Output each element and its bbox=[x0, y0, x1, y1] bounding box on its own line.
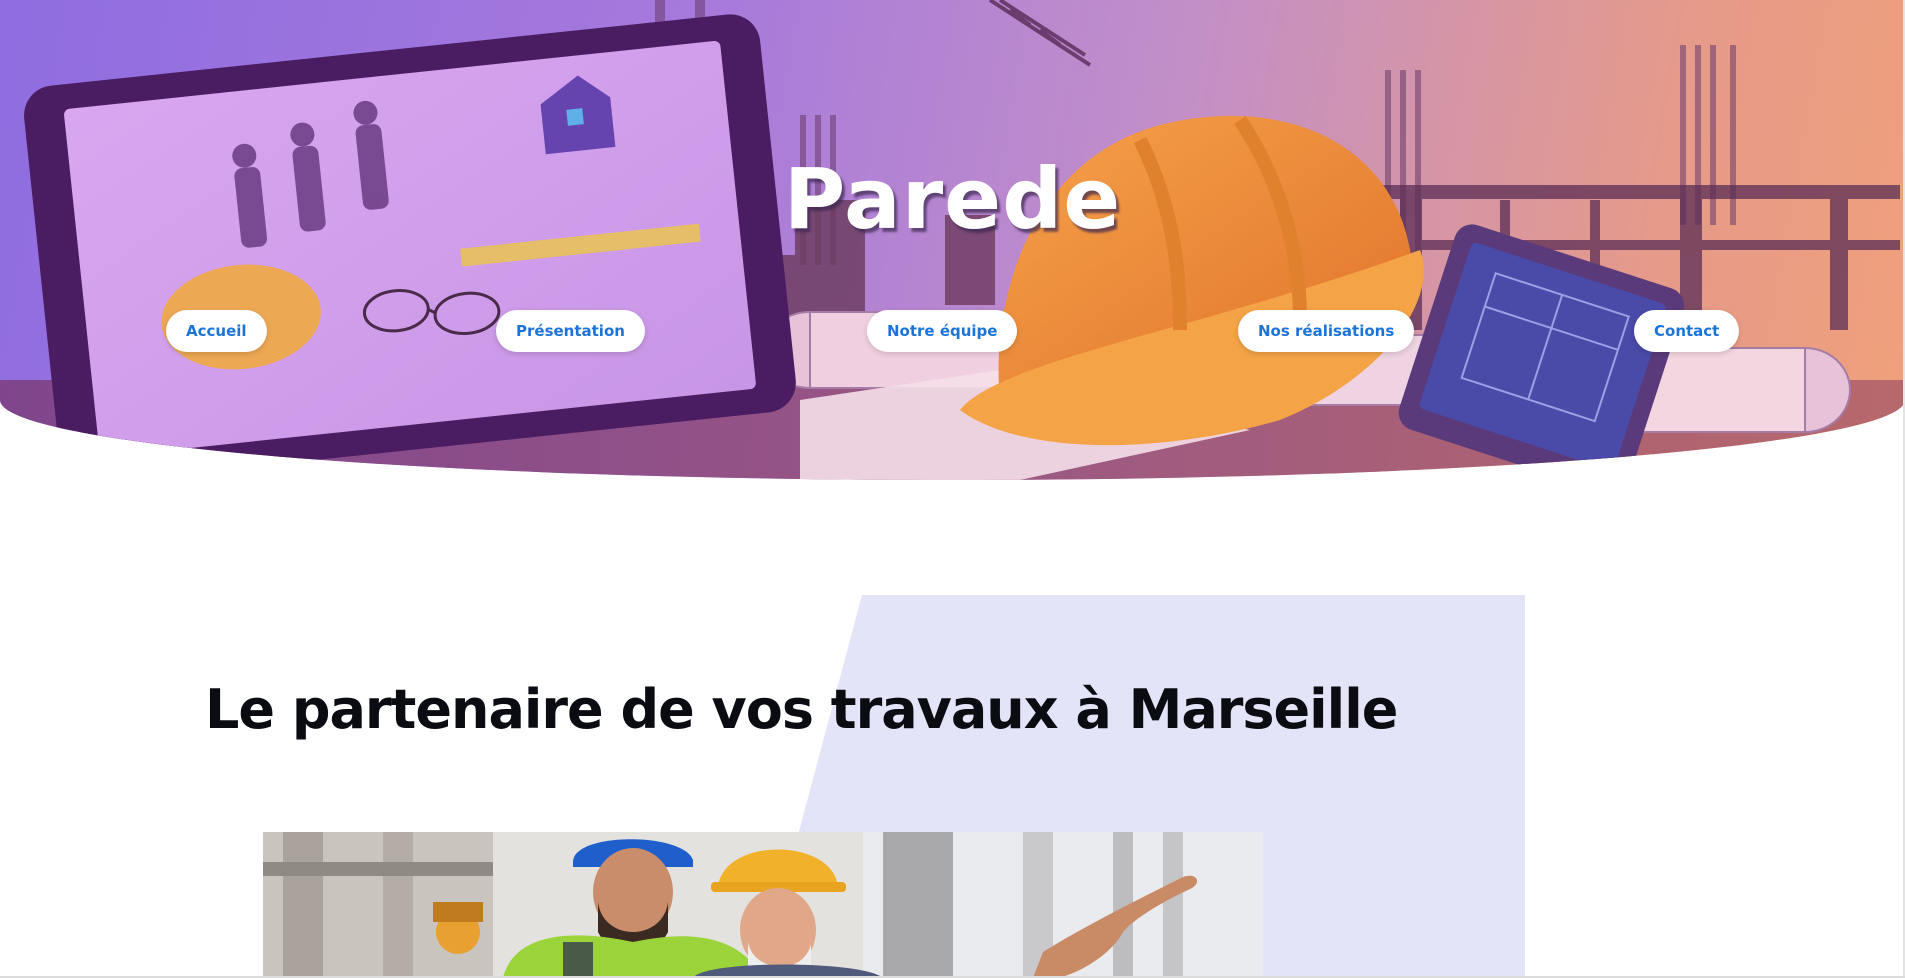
nav-item-presentation[interactable]: Présentation bbox=[496, 310, 645, 352]
intro-photo bbox=[263, 832, 1263, 978]
site-title: Parede bbox=[783, 150, 1122, 248]
nav-item-notre-equipe[interactable]: Notre équipe bbox=[867, 310, 1018, 352]
nav-item-contact[interactable]: Contact bbox=[1634, 310, 1740, 352]
nav-item-accueil[interactable]: Accueil bbox=[166, 310, 267, 352]
construction-workers-photo bbox=[263, 832, 1263, 978]
nav-item-nos-realisations[interactable]: Nos réalisations bbox=[1238, 310, 1415, 352]
hero-banner: Parede Accueil Présentation Notre équipe… bbox=[0, 0, 1905, 480]
intro-heading: Le partenaire de vos travaux à Marseille bbox=[205, 678, 1398, 741]
page: Parede Accueil Présentation Notre équipe… bbox=[0, 0, 1905, 978]
